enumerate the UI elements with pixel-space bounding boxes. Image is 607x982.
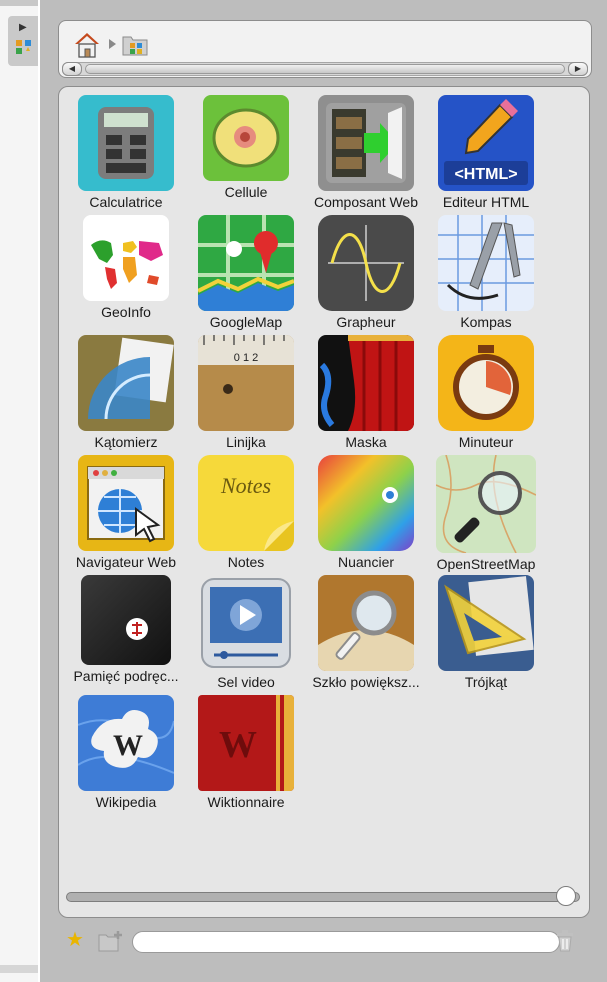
app-label: Navigateur Web — [75, 554, 177, 570]
magnifier-map-icon — [436, 455, 536, 553]
app-editeur-html[interactable]: <HTML> Editeur HTML — [426, 95, 546, 210]
collapse-panel-tab[interactable]: ▶ — [8, 16, 38, 66]
app-label: Cellule — [224, 184, 268, 200]
sticky-note-icon: Notes — [198, 455, 294, 551]
app-label: Szkło powiększ... — [312, 674, 420, 690]
app-label: Calculatrice — [89, 194, 163, 210]
app-openstreetmap[interactable]: OpenStreetMap — [426, 455, 546, 572]
scroll-thumb[interactable] — [85, 64, 565, 74]
html-icon-text: <HTML> — [454, 166, 517, 183]
app-label: Wiktionnaire — [207, 794, 285, 810]
path-bar: ◀ ▶ — [58, 20, 592, 78]
compass-icon — [438, 215, 534, 311]
video-player-icon — [198, 575, 294, 671]
zoom-track[interactable] — [66, 892, 580, 902]
app-label: Minuteur — [458, 434, 514, 450]
left-bottom-strip — [0, 965, 38, 973]
top-edge — [0, 0, 38, 6]
app-label: Trójkąt — [464, 674, 508, 690]
curtain-icon — [318, 335, 414, 431]
home-icon[interactable] — [73, 31, 101, 59]
app-szklo-powiekszajace[interactable]: Szkło powiększ... — [306, 575, 426, 690]
app-wiktionnaire[interactable]: W Wiktionnaire — [186, 695, 306, 810]
bottom-toolbar: ★ — [58, 922, 590, 964]
triangle-ruler-icon — [438, 575, 534, 671]
web-component-icon — [318, 95, 414, 191]
app-pamiec-podreczna[interactable]: Pamięć podręc... — [66, 575, 186, 684]
app-label: Composant Web — [313, 194, 418, 210]
name-input[interactable] — [132, 931, 560, 953]
color-palette-icon — [318, 455, 414, 551]
zoom-slider[interactable] — [66, 886, 580, 906]
app-cellule[interactable]: Cellule — [186, 95, 306, 200]
app-label: Kątomierz — [94, 434, 158, 450]
stopwatch-icon — [438, 335, 534, 431]
wikipedia-icon-text: W — [113, 729, 143, 762]
app-label: Linijka — [226, 434, 266, 450]
breadcrumb-separator-icon — [109, 39, 116, 49]
app-trojkat[interactable]: Trójkąt — [426, 575, 546, 690]
app-nuancier[interactable]: Nuancier — [306, 455, 426, 570]
app-katomierz[interactable]: Kątomierz — [66, 335, 186, 450]
app-label: Pamięć podręc... — [73, 668, 179, 684]
app-label: GoogleMap — [209, 314, 283, 330]
new-folder-icon[interactable] — [98, 930, 124, 952]
app-maska[interactable]: Maska — [306, 335, 426, 450]
star-icon[interactable]: ★ — [66, 930, 84, 950]
app-label: OpenStreetMap — [436, 556, 536, 572]
app-grid: Calculatrice Cellule Composant Web <HTML… — [58, 86, 590, 918]
sine-graph-icon — [318, 215, 414, 311]
app-googlemap[interactable]: GoogleMap — [186, 215, 306, 330]
app-navigateur-web[interactable]: Navigateur Web — [66, 455, 186, 570]
protractor-icon — [78, 335, 174, 431]
app-label: Notes — [227, 554, 265, 570]
browser-globe-icon — [78, 455, 174, 551]
folder-icon[interactable] — [121, 31, 149, 59]
app-label: Wikipedia — [95, 794, 157, 810]
app-sel-video[interactable]: Sel video — [186, 575, 306, 690]
library-mini-icon — [16, 40, 31, 54]
app-label: Nuancier — [337, 554, 395, 570]
wiktionary-icon-text: W — [219, 724, 257, 766]
app-geoinfo[interactable]: GeoInfo — [66, 215, 186, 320]
app-label: Kompas — [460, 314, 512, 330]
magnifying-glass-icon — [318, 575, 414, 671]
app-calculatrice[interactable]: Calculatrice — [66, 95, 186, 210]
app-composant-web[interactable]: Composant Web — [306, 95, 426, 210]
app-kompas[interactable]: Kompas — [426, 215, 546, 330]
world-map-icon — [83, 215, 169, 301]
app-linijka[interactable]: 0 1 2 Linijka — [186, 335, 306, 450]
cache-icon — [81, 575, 171, 665]
app-label: GeoInfo — [101, 304, 151, 320]
wiktionary-icon: W — [198, 695, 294, 791]
app-notes[interactable]: Notes Notes — [186, 455, 306, 570]
app-label: Maska — [345, 434, 387, 450]
left-margin — [0, 0, 38, 982]
collapse-triangle-icon: ▶ — [19, 22, 27, 33]
app-label: Grapheur — [336, 314, 396, 330]
scroll-right-button[interactable]: ▶ — [568, 62, 588, 76]
app-minuteur[interactable]: Minuteur — [426, 335, 546, 450]
ruler-icon-text: 0 1 2 — [234, 352, 258, 364]
scroll-left-button[interactable]: ◀ — [62, 62, 82, 76]
path-scrollbar[interactable]: ◀ ▶ — [62, 62, 588, 76]
html-editor-icon: <HTML> — [438, 95, 534, 191]
app-label: Sel video — [217, 674, 275, 690]
app-label: Editeur HTML — [442, 194, 530, 210]
calculator-icon — [78, 95, 174, 191]
trash-icon[interactable] — [556, 930, 574, 952]
zoom-knob[interactable] — [556, 886, 576, 906]
notes-icon-text: Notes — [220, 473, 271, 498]
cell-icon — [203, 95, 289, 181]
wikipedia-icon: W — [78, 695, 174, 791]
ruler-icon: 0 1 2 — [198, 335, 294, 431]
map-pin-icon — [198, 215, 294, 311]
app-wikipedia[interactable]: W Wikipedia — [66, 695, 186, 810]
app-grapheur[interactable]: Grapheur — [306, 215, 426, 330]
